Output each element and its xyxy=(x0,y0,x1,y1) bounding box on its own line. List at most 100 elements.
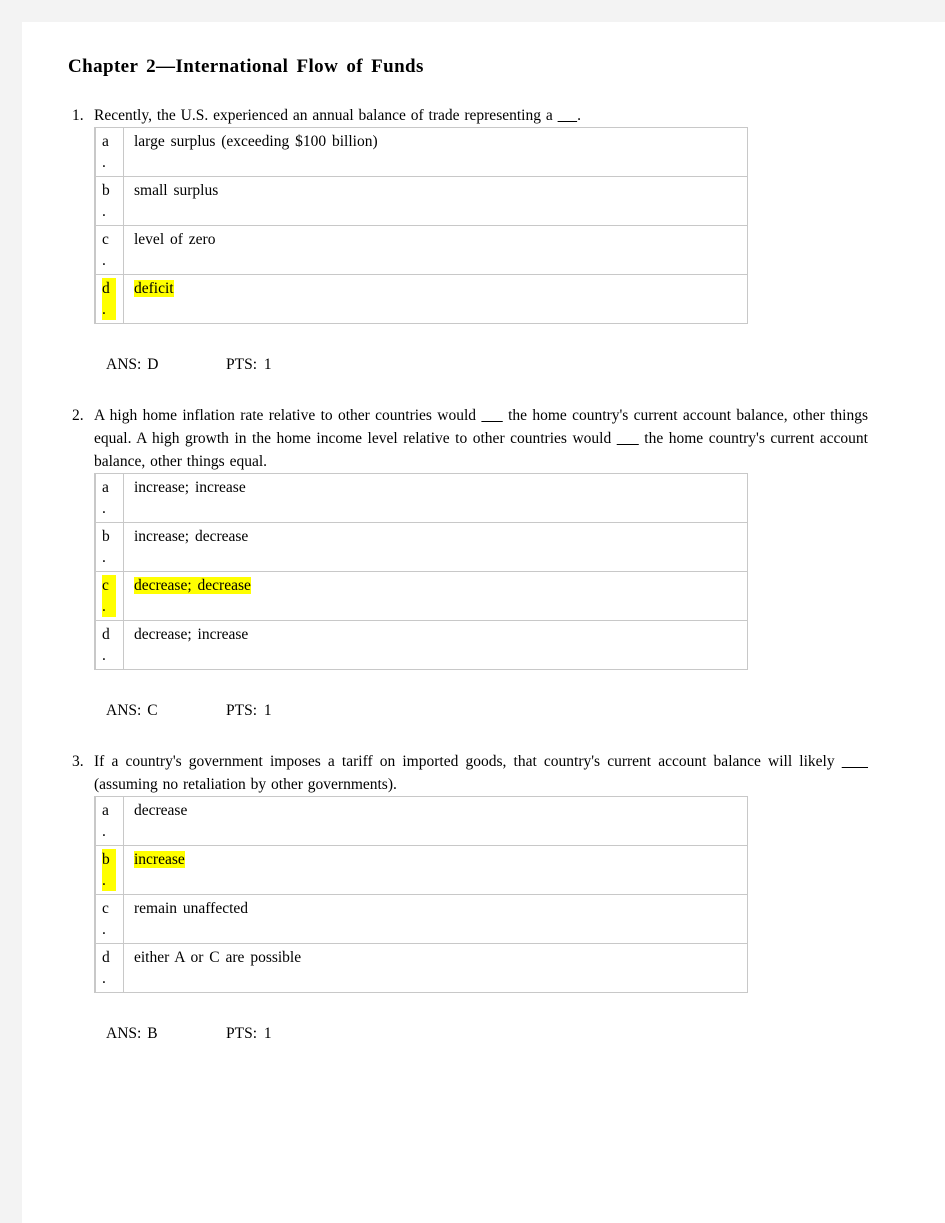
option-row[interactable]: c. decrease; decrease xyxy=(94,571,748,621)
question-text: A high home inflation rate relative to o… xyxy=(94,407,869,470)
option-text-cell: level of zero xyxy=(123,225,748,275)
question-row: 3. If a country's government imposes a t… xyxy=(68,750,868,796)
option-text: increase; decrease xyxy=(134,528,249,545)
option-row-spacer xyxy=(134,968,747,985)
option-letter: d. xyxy=(102,624,116,666)
page-title: Chapter 2—International Flow of Funds xyxy=(68,56,424,77)
option-text: large surplus (exceeding $100 billion) xyxy=(134,133,378,150)
option-row-spacer xyxy=(134,596,747,613)
answer-label: ANS: B xyxy=(106,1025,158,1042)
points-label: PTS: 1 xyxy=(226,356,272,373)
option-text: level of zero xyxy=(134,231,216,248)
question-block: 1. Recently, the U.S. experienced an ann… xyxy=(68,104,868,376)
option-text: increase xyxy=(134,851,185,868)
option-letter-dot: . xyxy=(102,500,106,517)
option-row[interactable]: d. deficit xyxy=(94,274,748,324)
option-text-cell: decrease xyxy=(123,796,748,846)
option-text-cell: small surplus xyxy=(123,176,748,226)
option-row[interactable]: c. level of zero xyxy=(94,225,748,275)
option-letter-cell: c. xyxy=(94,894,124,944)
option-letter: d. xyxy=(102,947,116,989)
option-row-spacer xyxy=(134,498,747,515)
option-row[interactable]: a. large surplus (exceeding $100 billion) xyxy=(94,127,748,177)
answer-line: ANS: D PTS: 1 xyxy=(106,354,868,376)
question-row: 2. A high home inflation rate relative t… xyxy=(68,404,868,473)
option-row[interactable]: a. increase; increase xyxy=(94,473,748,523)
options-body: a. large surplus (exceeding $100 billion)… xyxy=(94,127,748,324)
option-letter: b. xyxy=(102,849,116,891)
option-letter-cell: b. xyxy=(94,176,124,226)
options-table: a. decrease b. increase c. remain unaffected d… xyxy=(94,796,748,993)
option-letter-dot: . xyxy=(102,872,106,889)
option-row[interactable]: d. decrease; increase xyxy=(94,620,748,670)
option-row-spacer xyxy=(134,919,747,936)
option-letter: c. xyxy=(102,898,116,940)
option-text: deficit xyxy=(134,280,174,297)
answer-label: ANS: D xyxy=(106,356,159,373)
option-row-spacer xyxy=(134,250,747,267)
option-text: remain unaffected xyxy=(134,900,249,917)
question-row: 1. Recently, the U.S. experienced an ann… xyxy=(68,104,868,127)
answer-blank xyxy=(842,753,868,770)
option-letter-cell: d. xyxy=(94,620,124,670)
option-text: either A or C are possible xyxy=(134,949,302,966)
options-table: a. increase; increase b. increase; decrease… xyxy=(94,473,748,670)
option-row[interactable]: c. remain unaffected xyxy=(94,894,748,944)
option-row-spacer xyxy=(134,821,747,838)
option-letter-dot: . xyxy=(102,921,106,938)
question-number: 1. xyxy=(72,107,84,124)
answer-blank xyxy=(481,407,502,424)
answer-blank xyxy=(617,430,639,447)
option-row[interactable]: b. small surplus xyxy=(94,176,748,226)
option-letter: d. xyxy=(102,278,116,320)
option-text-cell: increase; decrease xyxy=(123,522,748,572)
question-text: Recently, the U.S. experienced an annual… xyxy=(94,107,581,124)
option-letter-cell: b. xyxy=(94,522,124,572)
answer-blank xyxy=(558,107,578,124)
option-letter-cell: a. xyxy=(94,127,124,177)
option-text: decrease xyxy=(134,802,188,819)
options-table: a. large surplus (exceeding $100 billion)… xyxy=(94,127,748,324)
option-row[interactable]: b. increase; decrease xyxy=(94,522,748,572)
questions-container: 1. Recently, the U.S. experienced an ann… xyxy=(68,104,868,1045)
answer-line: ANS: B PTS: 1 xyxy=(106,1023,868,1045)
option-text-cell: remain unaffected xyxy=(123,894,748,944)
question-block: 3. If a country's government imposes a t… xyxy=(68,750,868,1045)
option-letter: a. xyxy=(102,477,116,519)
option-letter-cell: a. xyxy=(94,796,124,846)
option-row-spacer xyxy=(134,152,747,169)
points-label: PTS: 1 xyxy=(226,1025,272,1042)
question-number: 2. xyxy=(72,407,84,424)
option-letter: c. xyxy=(102,229,116,271)
option-text-cell: increase; increase xyxy=(123,473,748,523)
option-text-cell: deficit xyxy=(123,274,748,324)
option-row-spacer xyxy=(134,870,747,887)
option-letter-dot: . xyxy=(102,203,106,220)
option-letter: c. xyxy=(102,575,116,617)
option-text: decrease; decrease xyxy=(134,577,251,594)
option-row-spacer xyxy=(134,201,747,218)
option-letter-dot: . xyxy=(102,970,106,987)
question-number: 3. xyxy=(72,753,84,770)
option-text-cell: increase xyxy=(123,845,748,895)
option-letter-dot: . xyxy=(102,549,106,566)
option-text-cell: large surplus (exceeding $100 billion) xyxy=(123,127,748,177)
option-text-cell: either A or C are possible xyxy=(123,943,748,993)
document-content: Chapter 2—International Flow of Funds 1.… xyxy=(68,56,868,1073)
option-letter-cell: c. xyxy=(94,225,124,275)
option-letter-dot: . xyxy=(102,154,106,171)
option-letter-dot: . xyxy=(102,301,106,318)
option-letter-dot: . xyxy=(102,598,106,615)
option-text: increase; increase xyxy=(134,479,246,496)
option-letter-cell: d. xyxy=(94,274,124,324)
option-row-spacer xyxy=(134,645,747,662)
option-letter-cell: d. xyxy=(94,943,124,993)
option-letter: b. xyxy=(102,526,116,568)
option-letter-cell: c. xyxy=(94,571,124,621)
option-row[interactable]: a. decrease xyxy=(94,796,748,846)
options-body: a. increase; increase b. increase; decrease… xyxy=(94,473,748,670)
question-block: 2. A high home inflation rate relative t… xyxy=(68,404,868,722)
option-letter-dot: . xyxy=(102,823,106,840)
option-row[interactable]: b. increase xyxy=(94,845,748,895)
option-row[interactable]: d. either A or C are possible xyxy=(94,943,748,993)
